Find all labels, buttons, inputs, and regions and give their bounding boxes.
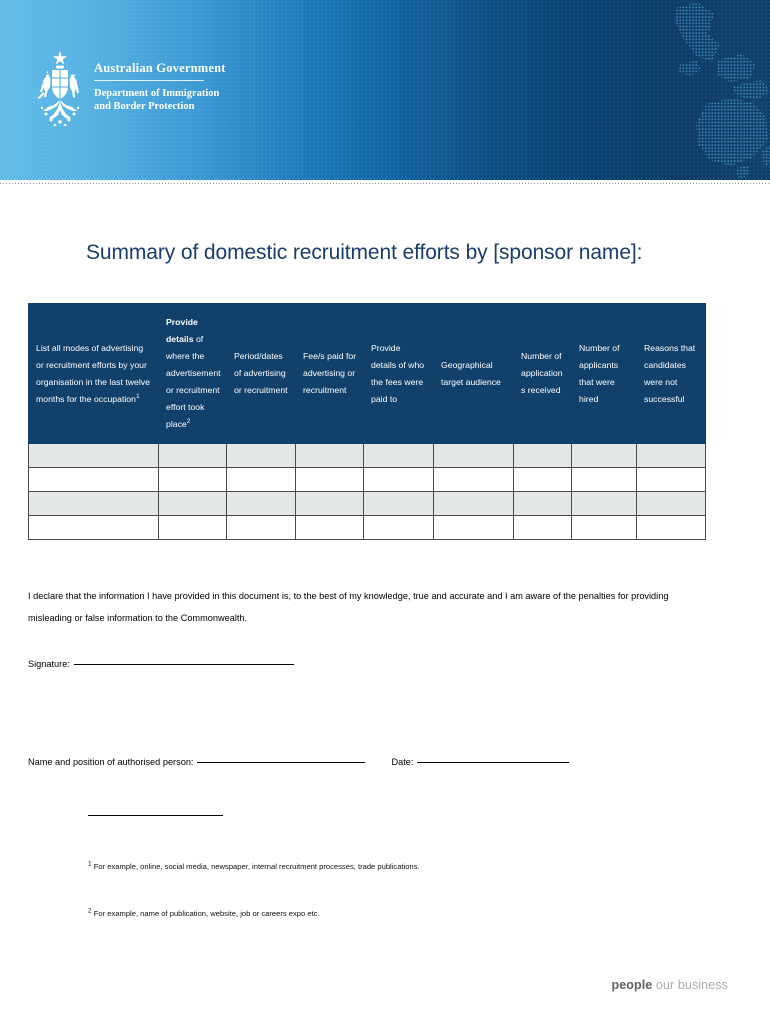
logo-divider <box>94 80 204 81</box>
table-row <box>28 467 706 492</box>
logo-text-block: Australian Government Department of Immi… <box>94 48 226 113</box>
footer-tagline-rest: our business <box>652 978 728 992</box>
column-header-applications-received: Number of application s received <box>513 303 572 444</box>
footnote-marker-1: 1 <box>135 392 140 400</box>
table-cell[interactable] <box>363 467 434 492</box>
footnote-2-text: For example, name of publication, websit… <box>93 909 320 918</box>
column-header-geographical-target-audience: Geographical target audience <box>433 303 514 444</box>
table-body <box>28 443 706 540</box>
page-header-band: Australian Government Department of Immi… <box>0 0 770 180</box>
table-cell[interactable] <box>158 467 227 492</box>
table-cell[interactable] <box>363 491 434 516</box>
table-cell[interactable] <box>433 443 514 468</box>
table-cell[interactable] <box>571 491 637 516</box>
table-cell[interactable] <box>295 515 364 540</box>
table-cell[interactable] <box>295 491 364 516</box>
footnote-2: 2 For example, name of publication, webs… <box>88 908 320 919</box>
government-logo: Australian Government Department of Immi… <box>34 48 226 134</box>
dotted-australia-map-icon <box>676 2 770 178</box>
table-cell[interactable] <box>636 443 706 468</box>
table-cell[interactable] <box>433 515 514 540</box>
table-cell[interactable] <box>295 467 364 492</box>
table-cell[interactable] <box>158 443 227 468</box>
signature-label: Signature: <box>28 659 70 669</box>
signature-input-line[interactable] <box>73 664 294 665</box>
column-header-fees-paid: Fee/s paid for advertising or recruitmen… <box>295 303 364 444</box>
table-cell[interactable] <box>571 515 637 540</box>
declaration-text: I declare that the information I have pr… <box>28 591 669 623</box>
column-header-who-fees-paid-to: Provide details of who the fees were pai… <box>363 303 434 444</box>
authorised-person-row: Name and position of authorised person: … <box>28 757 570 767</box>
footer-tagline-bold: people <box>611 978 653 992</box>
column-header-details-of-where: Provide details of where the advertiseme… <box>158 303 227 444</box>
australian-coat-of-arms-icon <box>37 51 80 127</box>
table-cell[interactable] <box>28 515 159 540</box>
table-row <box>28 491 706 516</box>
table-cell[interactable] <box>158 515 227 540</box>
footnote-marker-2: 2 <box>186 418 191 426</box>
department-label-line2: and Border Protection <box>94 101 195 112</box>
table-cell[interactable] <box>28 467 159 492</box>
table-cell[interactable] <box>513 515 572 540</box>
table-cell[interactable] <box>226 443 296 468</box>
table-cell[interactable] <box>226 491 296 516</box>
date-label: Date: <box>391 757 414 767</box>
date-input-line[interactable] <box>417 762 570 763</box>
column-header-reasons-not-successful: Reasons that candidates were not success… <box>636 303 706 444</box>
table-cell[interactable] <box>363 515 434 540</box>
table-row <box>28 443 706 468</box>
table-cell[interactable] <box>226 515 296 540</box>
column-header-period-dates: Period/dates of advertising or recruitme… <box>226 303 296 444</box>
column-header-modes-of-advertising: List all modes of advertising or recruit… <box>28 303 159 444</box>
table-cell[interactable] <box>636 491 706 516</box>
footnote-2-marker: 2 <box>88 907 92 915</box>
table-header-row: List all modes of advertising or recruit… <box>28 303 706 444</box>
authorised-person-input-line[interactable] <box>197 762 366 763</box>
department-label-line1: Department of Immigration <box>94 88 220 99</box>
table-cell[interactable] <box>571 443 637 468</box>
table-cell[interactable] <box>226 467 296 492</box>
footnote-1-text: For example, online, social media, newsp… <box>93 862 420 871</box>
authorised-person-label: Name and position of authorised person: <box>28 757 194 767</box>
footnote-separator-rule <box>88 815 223 816</box>
recruitment-efforts-table: List all modes of advertising or recruit… <box>28 303 706 540</box>
table-cell[interactable] <box>28 443 159 468</box>
table-cell[interactable] <box>571 467 637 492</box>
table-cell[interactable] <box>28 491 159 516</box>
table-cell[interactable] <box>433 467 514 492</box>
table-cell[interactable] <box>363 443 434 468</box>
table-cell[interactable] <box>295 443 364 468</box>
table-cell[interactable] <box>636 515 706 540</box>
signature-row: Signature: <box>28 659 294 669</box>
footnote-1-marker: 1 <box>88 860 92 868</box>
table-cell[interactable] <box>636 467 706 492</box>
table-cell[interactable] <box>433 491 514 516</box>
table-cell[interactable] <box>513 467 572 492</box>
footer-tagline: people our business <box>611 978 728 992</box>
table-row <box>28 515 706 540</box>
australian-government-label: Australian Government <box>94 61 226 75</box>
footnote-1: 1 For example, online, social media, new… <box>88 861 420 872</box>
page-title: Summary of domestic recruitment efforts … <box>86 241 643 264</box>
table-cell[interactable] <box>158 491 227 516</box>
table-cell[interactable] <box>513 491 572 516</box>
header-dotted-separator <box>0 182 770 185</box>
table-cell[interactable] <box>513 443 572 468</box>
column-header-applicants-hired: Number of applicants that were hired <box>571 303 637 444</box>
